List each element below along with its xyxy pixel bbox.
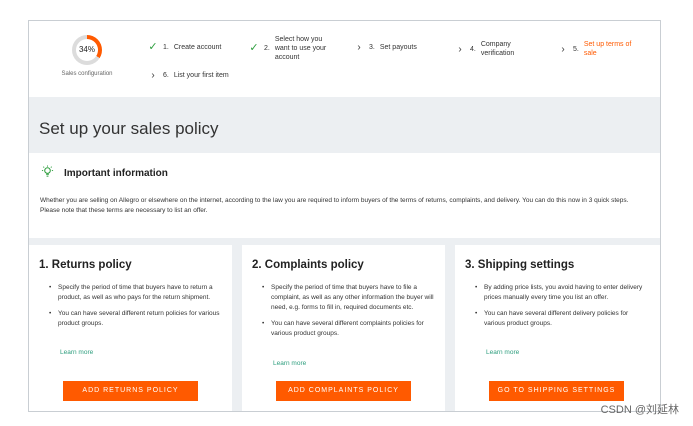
list-item: You can have several different complaint… (262, 319, 436, 339)
list-item: You can have several different delivery … (475, 309, 649, 329)
step-number: 4. (470, 45, 476, 53)
important-info-panel: Important information Whether you are se… (29, 153, 660, 238)
progress-header: 34% Sales configuration ✓ 1. Create acco… (29, 21, 660, 97)
step-number: 6. (163, 72, 169, 79)
card-bullets: Specify the period of time that buyers h… (49, 283, 223, 335)
step-label: Set payouts (379, 44, 417, 51)
card-bullets: Specify the period of time that buyers h… (262, 283, 436, 345)
list-item: You can have several different return po… (49, 309, 223, 329)
chevron-right-icon: › (357, 42, 361, 53)
step-select-usage[interactable]: ✓ 2. Select how you want to use your acc… (247, 35, 335, 62)
info-text: Whether you are selling on Allegro or el… (40, 197, 629, 214)
lightbulb-icon (41, 165, 54, 181)
go-to-shipping-settings-button[interactable]: GO TO SHIPPING SETTINGS (489, 381, 624, 401)
card-title: 3. Shipping settings (465, 259, 575, 271)
chevron-right-icon: › (458, 43, 462, 55)
watermark: CSDN @刘延林 (600, 404, 679, 416)
sales-config-window: 34% Sales configuration ✓ 1. Create acco… (28, 20, 661, 412)
title-row: Set up your sales policy (29, 97, 660, 153)
learn-more-link[interactable]: Learn more (486, 349, 519, 356)
step-terms-of-sale[interactable]: › 5. Set up terms of sale (556, 40, 640, 58)
list-item: By adding price lists, you avoid having … (475, 283, 649, 303)
shipping-settings-card: 3. Shipping settings By adding price lis… (455, 245, 660, 411)
step-number: 1. (163, 44, 169, 51)
step-number: 5. (573, 45, 579, 53)
step-label: Company verification (480, 41, 515, 57)
add-complaints-policy-button[interactable]: ADD COMPLAINTS POLICY (276, 381, 411, 401)
step-label: Set up terms of sale (583, 41, 632, 57)
step-create-account[interactable]: ✓ 1. Create account (146, 41, 222, 53)
learn-more-link[interactable]: Learn more (60, 349, 93, 356)
step-first-item[interactable]: › 6. List your first item (146, 70, 229, 81)
chevron-right-icon: › (561, 43, 565, 55)
progress-ring: 34% (72, 35, 102, 65)
info-title: Important information (64, 167, 168, 179)
add-returns-policy-button[interactable]: ADD RETURNS POLICY (63, 381, 198, 401)
card-bullets: By adding price lists, you avoid having … (475, 283, 649, 335)
card-title: 1. Returns policy (39, 259, 132, 271)
returns-policy-card: 1. Returns policy Specify the period of … (29, 245, 232, 411)
list-item: Specify the period of time that buyers h… (262, 283, 436, 313)
step-label: Select how you want to use your account (274, 36, 327, 61)
step-company-verification[interactable]: › 4. Company verification (453, 40, 529, 58)
step-label: List your first item (173, 72, 229, 79)
chevron-right-icon: › (151, 70, 155, 81)
check-icon: ✓ (148, 41, 158, 53)
learn-more-link[interactable]: Learn more (273, 360, 306, 367)
list-item: Specify the period of time that buyers h… (49, 283, 223, 303)
card-title: 2. Complaints policy (252, 259, 364, 271)
page-title: Set up your sales policy (39, 119, 219, 138)
step-number: 3. (369, 44, 375, 51)
check-icon: ✓ (249, 42, 259, 54)
progress-indicator: 34% Sales configuration (57, 35, 117, 77)
step-set-payouts[interactable]: › 3. Set payouts (352, 42, 417, 53)
progress-label: Sales configuration (61, 71, 113, 77)
progress-percent: 34% (78, 45, 95, 54)
info-header: Important information (41, 165, 168, 181)
step-label: Create account (173, 44, 222, 51)
step-number: 2. (264, 45, 270, 52)
complaints-policy-card: 2. Complaints policy Specify the period … (242, 245, 445, 411)
